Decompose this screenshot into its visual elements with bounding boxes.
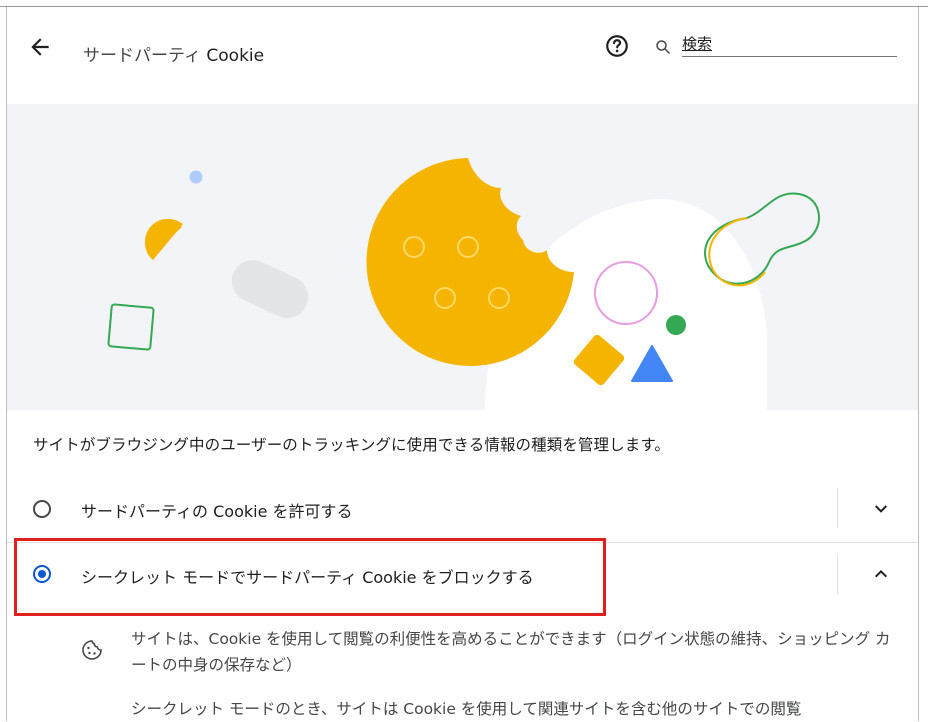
cookie-icon (82, 640, 102, 660)
search-icon (656, 40, 670, 54)
window-top-edge (0, 0, 928, 7)
radio-block-incognito[interactable] (33, 565, 51, 583)
grey-pill-shape (231, 259, 309, 319)
option-allow-third-party-cookies[interactable]: サードパーティの Cookie を許可する (7, 476, 918, 543)
page-title-prefix: サードパーティ (83, 46, 207, 66)
back-button[interactable] (27, 34, 53, 60)
page-title: サードパーティ Cookie (83, 41, 264, 66)
page-title-cookie: Cookie (206, 46, 265, 66)
option-block-label[interactable]: シークレット モードでサードパーティ Cookie をブロックする (81, 564, 534, 588)
radio-allow-third-party[interactable] (33, 500, 51, 518)
cookie-illustration (107, 158, 820, 410)
page-header: サードパーティ Cookie (7, 8, 918, 104)
detail-cookie-usage-text: サイトは、Cookie を使用して閲覧の利便性を高めることができます（ログイン状… (131, 630, 891, 674)
chevron-up-icon (875, 570, 887, 578)
cookie-illustration-banner (7, 104, 918, 410)
green-dot-shape (666, 315, 686, 335)
help-button[interactable] (604, 33, 630, 59)
collapse-block-button[interactable] (869, 562, 893, 586)
option-divider (837, 488, 838, 528)
arrow-left-icon (31, 38, 49, 56)
detail-incognito-text: シークレット モードのとき、サイトは Cookie を使用して関連サイトを含む他… (131, 700, 802, 718)
search-input[interactable] (682, 32, 897, 57)
expand-allow-button[interactable] (869, 496, 893, 520)
green-square-shape (107, 303, 155, 351)
option-block-third-party-in-incognito[interactable]: シークレット モードでサードパーティ Cookie をブロックする (7, 543, 918, 609)
help-circle-icon (606, 35, 628, 57)
option-allow-label[interactable]: サードパーティの Cookie を許可する (81, 498, 353, 522)
option-divider (837, 554, 838, 594)
blue-dot-shape (189, 170, 203, 184)
cookie-shape (366, 158, 574, 366)
page-description: サイトがブラウジング中のユーザーのトラッキングに使用できる情報の種類を管理します… (33, 436, 670, 454)
chevron-down-icon (875, 505, 887, 513)
window-right-edge (918, 7, 919, 721)
